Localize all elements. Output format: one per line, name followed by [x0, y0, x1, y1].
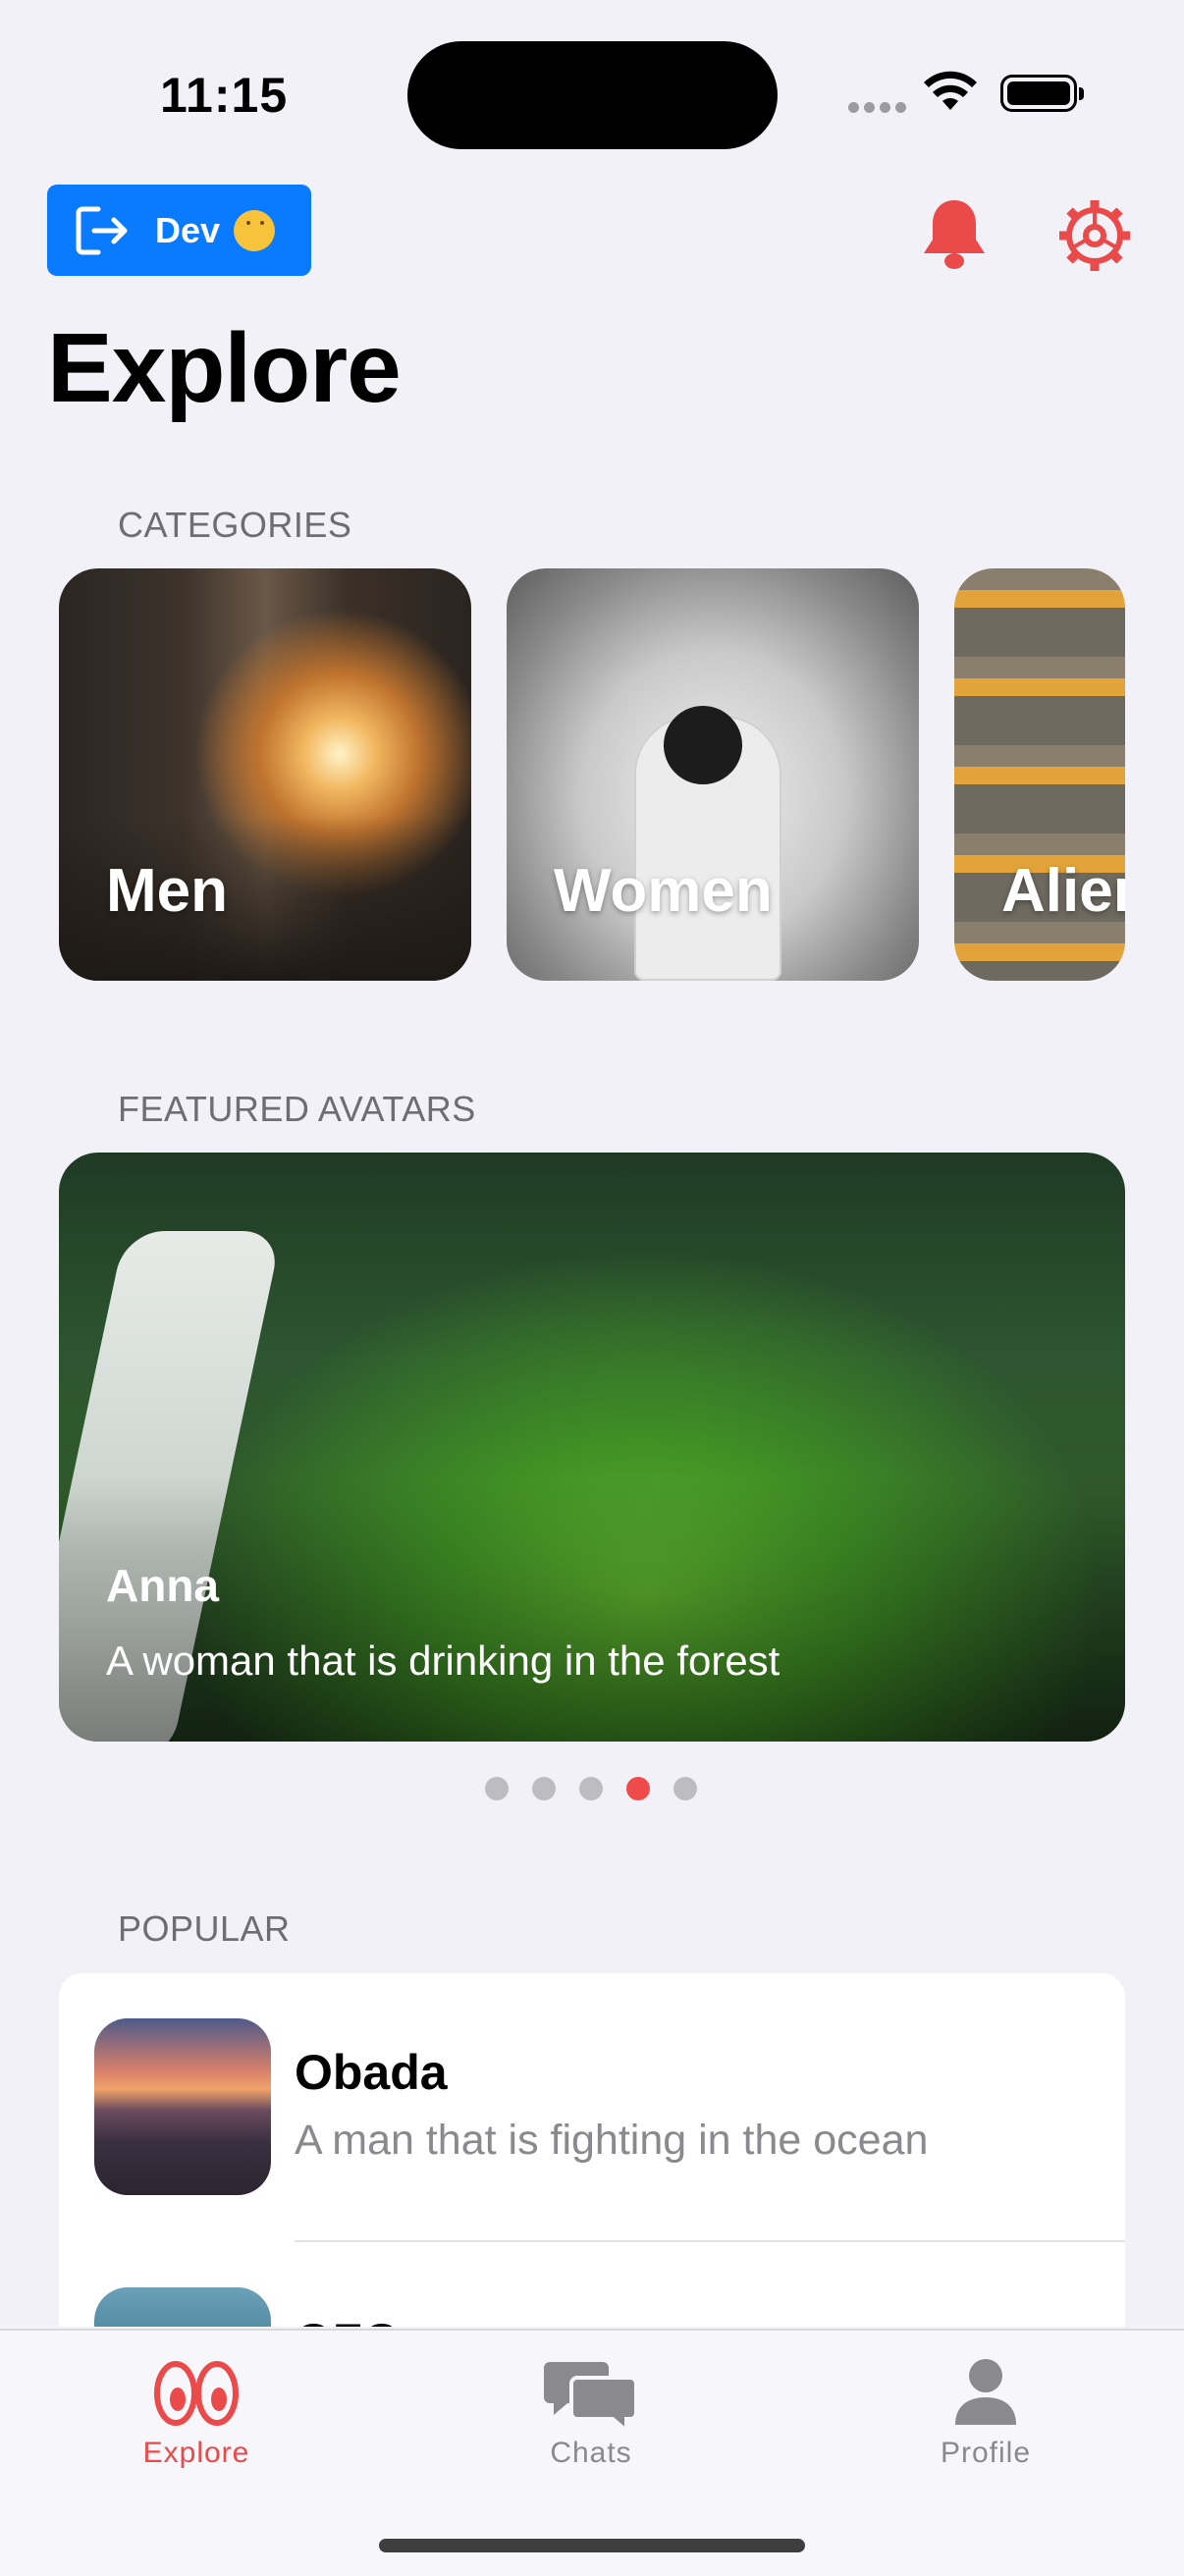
- battery-icon: [1000, 75, 1084, 112]
- categories-section-header: CATEGORIES: [118, 505, 352, 545]
- page-indicator[interactable]: [485, 1777, 697, 1800]
- avatar-description: A man that is fighting in the ocean: [295, 2117, 929, 2164]
- tab-label: Profile: [940, 2437, 1032, 2469]
- sign-out-icon: [76, 206, 128, 254]
- featured-avatar-name: Anna: [106, 1560, 219, 1611]
- list-item[interactable]: Obada A man that is fighting in the ocea…: [59, 1973, 1125, 2242]
- popular-section-header: POPULAR: [118, 1908, 291, 1949]
- wifi-icon: [924, 71, 977, 110]
- list-item[interactable]: OZO: [59, 2242, 1125, 2327]
- avatar-name: OZO: [295, 2313, 401, 2327]
- status-time: 11:15: [160, 68, 289, 123]
- avatar-thumbnail: [94, 2018, 271, 2195]
- category-card-alien[interactable]: Alien: [954, 568, 1125, 981]
- settings-gear-icon[interactable]: [1055, 196, 1134, 275]
- dev-button-label: Dev: [155, 209, 221, 250]
- tab-label: Chats: [550, 2437, 632, 2469]
- popular-list: Obada A man that is fighting in the ocea…: [59, 1973, 1125, 2327]
- page-title: Explore: [47, 313, 402, 423]
- notifications-bell-icon[interactable]: [920, 196, 989, 271]
- shushing-face-emoji-icon: [234, 209, 276, 251]
- dev-mode-button[interactable]: Dev: [47, 185, 311, 276]
- category-image-detail: [664, 706, 742, 784]
- home-indicator: [379, 2539, 805, 2552]
- eyes-icon: [154, 2361, 239, 2426]
- page-dot[interactable]: [673, 1777, 697, 1800]
- page-dot[interactable]: [485, 1777, 509, 1800]
- category-label: Men: [106, 857, 228, 925]
- featured-avatar-description: A woman that is drinking in the forest: [106, 1637, 780, 1684]
- avatar-name: Obada: [295, 2045, 448, 2100]
- person-icon: [955, 2359, 1016, 2425]
- category-label: Alien: [1001, 857, 1125, 925]
- category-label: Women: [554, 857, 773, 925]
- dynamic-island: [407, 41, 778, 149]
- page-dot[interactable]: [532, 1777, 556, 1800]
- avatar-thumbnail: [94, 2287, 271, 2327]
- page-dot[interactable]: [579, 1777, 603, 1800]
- featured-section-header: FEATURED AVATARS: [118, 1089, 476, 1129]
- cellular-signal-icon: [848, 102, 907, 116]
- category-card-men[interactable]: Men: [59, 568, 471, 981]
- category-card-women[interactable]: Women: [507, 568, 919, 981]
- tab-label: Explore: [142, 2437, 250, 2469]
- page-dot[interactable]: [626, 1777, 650, 1800]
- featured-avatar-card[interactable]: Anna A woman that is drinking in the for…: [59, 1153, 1125, 1742]
- chat-bubbles-icon: [544, 2362, 638, 2433]
